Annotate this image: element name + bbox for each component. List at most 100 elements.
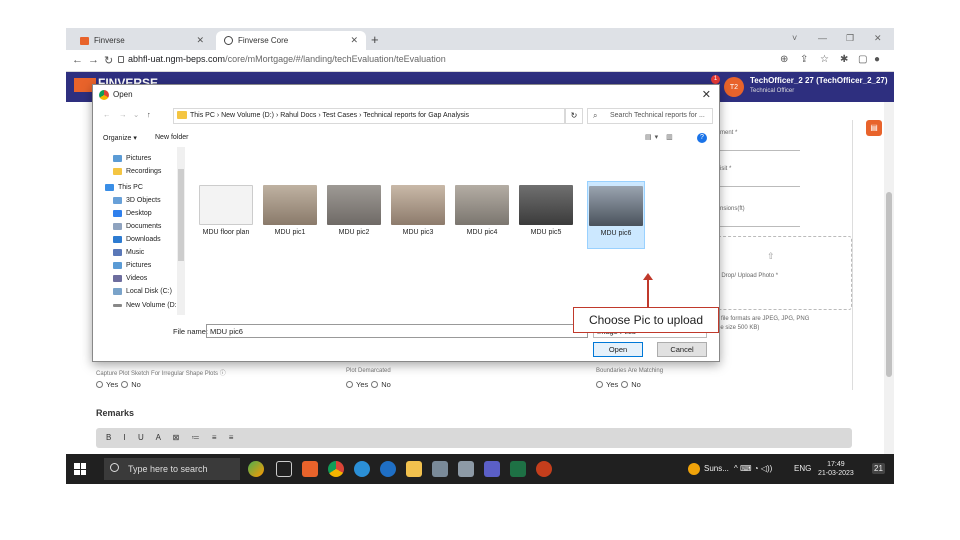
back-arrow-icon[interactable]: ← bbox=[103, 110, 111, 119]
weather-icon[interactable] bbox=[688, 463, 700, 475]
file-thumbnail[interactable]: MDU floor plan bbox=[197, 185, 255, 236]
nav-item-downloads[interactable]: Downloads bbox=[113, 236, 161, 243]
radio-yes[interactable] bbox=[346, 381, 353, 388]
file-thumbnail[interactable]: MDU pic2 bbox=[325, 185, 383, 236]
open-button[interactable]: Open bbox=[593, 342, 643, 357]
nav-item-videos[interactable]: Videos bbox=[113, 275, 147, 282]
zoom-icon[interactable]: ⊕ bbox=[780, 54, 788, 65]
forward-arrow-icon[interactable]: → bbox=[88, 54, 99, 66]
file-name: MDU pic6 bbox=[600, 230, 632, 237]
upload-icon: ⇧ bbox=[767, 251, 775, 261]
edge-icon[interactable] bbox=[354, 461, 370, 477]
minimize-button[interactable]: — bbox=[818, 33, 827, 43]
radio-no[interactable] bbox=[371, 381, 379, 388]
refresh-icon[interactable]: ↻ bbox=[565, 108, 583, 124]
notification-badge[interactable]: 1 bbox=[711, 75, 720, 84]
chevron-down-icon[interactable]: ⌄ bbox=[133, 110, 139, 119]
radio-yes[interactable] bbox=[96, 381, 103, 388]
url-field[interactable]: abhfl-uat.ngm-beps.com/core/mMortgage/#/… bbox=[128, 54, 446, 64]
teams-icon[interactable] bbox=[484, 461, 500, 477]
task-view-icon[interactable] bbox=[276, 461, 292, 477]
new-folder-button[interactable]: New folder bbox=[155, 134, 188, 141]
search-icon: ⌕ bbox=[593, 111, 598, 120]
nav-item-documents[interactable]: Documents bbox=[113, 223, 161, 230]
radio-no[interactable] bbox=[121, 381, 129, 388]
close-tab-icon[interactable]: ✕ bbox=[350, 35, 358, 46]
calculator-icon[interactable] bbox=[432, 461, 448, 477]
field-label: ment * bbox=[720, 130, 738, 136]
language-indicator[interactable]: ENG bbox=[794, 464, 811, 473]
user-name: TechOfficer_2 27 (TechOfficer_2_27) bbox=[750, 76, 888, 85]
nav-item-pictures[interactable]: Pictures bbox=[113, 155, 151, 162]
chrome-icon[interactable] bbox=[328, 461, 344, 477]
file-explorer-icon[interactable] bbox=[406, 461, 422, 477]
profile-icon[interactable]: ● bbox=[874, 54, 880, 65]
sidebar-icon[interactable]: ▢ bbox=[858, 54, 867, 65]
radio-no[interactable] bbox=[621, 381, 629, 388]
close-icon[interactable]: ✕ bbox=[702, 88, 711, 101]
reload-icon[interactable]: ↻ bbox=[104, 54, 113, 67]
nav-item-music[interactable]: Music bbox=[113, 249, 144, 256]
document-icon[interactable]: ▤ bbox=[866, 120, 882, 136]
notification-center-badge[interactable]: 21 bbox=[872, 463, 885, 474]
photo-upload-dropzone[interactable]: ⇧ Drag & Drop/ Upload Photo * bbox=[700, 236, 852, 310]
taskbar-search-input[interactable]: Type here to search bbox=[104, 458, 240, 480]
excel-icon[interactable] bbox=[510, 461, 526, 477]
file-name: MDU pic2 bbox=[338, 229, 370, 236]
photo-image bbox=[391, 185, 445, 225]
file-thumbnail[interactable]: MDU pic1 bbox=[261, 185, 319, 236]
nav-scroll-thumb[interactable] bbox=[178, 169, 184, 261]
nav-item-pictures[interactable]: Pictures bbox=[113, 262, 151, 269]
powerpoint-icon[interactable] bbox=[536, 461, 552, 477]
desktop-icon bbox=[113, 210, 122, 217]
clock[interactable]: 17:49 21-03-2023 bbox=[818, 460, 854, 478]
nav-item-3d-objects[interactable]: 3D Objects bbox=[113, 197, 161, 204]
tab-search-icon[interactable]: ˅ bbox=[792, 33, 797, 43]
page-scroll-thumb[interactable] bbox=[886, 192, 892, 377]
rich-text-toolbar[interactable]: B I U A ⊠ ≔ ≡ ≡ bbox=[96, 428, 852, 448]
file-thumbnail[interactable]: MDU pic4 bbox=[453, 185, 511, 236]
new-tab-button[interactable]: + bbox=[371, 32, 379, 47]
outlook-icon[interactable] bbox=[302, 461, 318, 477]
internet-explorer-icon[interactable] bbox=[380, 461, 396, 477]
breadcrumb[interactable]: This PC › New Volume (D:) › Rahul Docs ›… bbox=[173, 108, 565, 124]
radio-group: Yes No bbox=[596, 380, 641, 389]
share-icon[interactable]: ⇪ bbox=[800, 54, 808, 65]
weather-text[interactable]: Suns... bbox=[704, 464, 729, 473]
forward-arrow-icon[interactable]: → bbox=[119, 110, 127, 119]
organize-button[interactable]: Organize ▾ bbox=[103, 134, 137, 142]
nav-label: 3D Objects bbox=[126, 197, 161, 204]
filename-label: File name: bbox=[173, 327, 209, 336]
tab-finverse[interactable]: Finverse ✕ bbox=[72, 31, 212, 50]
file-thumbnail[interactable]: MDU pic3 bbox=[389, 185, 447, 236]
file-thumbnail[interactable]: MDU pic5 bbox=[517, 185, 575, 236]
close-tab-icon[interactable]: ✕ bbox=[196, 35, 204, 46]
field-label: Boundaries Are Matching bbox=[596, 368, 664, 374]
nav-item-local-disk[interactable]: Local Disk (C:) bbox=[113, 288, 172, 295]
up-arrow-icon[interactable]: ↑ bbox=[147, 110, 151, 119]
radio-yes[interactable] bbox=[596, 381, 603, 388]
nav-item-new-volume[interactable]: New Volume (D: ⌄ bbox=[113, 301, 184, 309]
close-window-button[interactable]: ✕ bbox=[874, 33, 882, 44]
widgets-icon[interactable] bbox=[248, 461, 264, 477]
extensions-icon[interactable]: ✱ bbox=[840, 54, 848, 65]
nav-item-desktop[interactable]: Desktop bbox=[113, 210, 152, 217]
avatar[interactable]: T2 bbox=[724, 77, 744, 97]
back-arrow-icon[interactable]: ← bbox=[72, 54, 83, 66]
nav-item-this-pc[interactable]: This PC bbox=[105, 184, 143, 191]
view-options-icon[interactable]: ▤▾ ▥ bbox=[645, 133, 676, 141]
photo-image bbox=[263, 185, 317, 225]
tray-icons[interactable]: ^ ⌨ ◔ ◁)) bbox=[734, 464, 772, 473]
windows-start-icon[interactable] bbox=[74, 463, 86, 475]
cancel-button[interactable]: Cancel bbox=[657, 342, 707, 357]
help-icon[interactable]: ? bbox=[697, 133, 707, 143]
search-input[interactable]: Search Technical reports for ... bbox=[587, 108, 713, 124]
restore-button[interactable]: ❐ bbox=[846, 33, 854, 44]
nav-item-recordings[interactable]: Recordings bbox=[113, 168, 161, 175]
bookmark-star-icon[interactable]: ☆ bbox=[820, 54, 829, 65]
file-thumbnail-selected[interactable]: MDU pic6 bbox=[587, 181, 645, 249]
tab-finverse-core[interactable]: Finverse Core ✕ bbox=[216, 31, 366, 50]
nav-label: Pictures bbox=[126, 155, 152, 162]
filename-input[interactable]: MDU pic6 bbox=[206, 324, 588, 338]
snipping-tool-icon[interactable] bbox=[458, 461, 474, 477]
